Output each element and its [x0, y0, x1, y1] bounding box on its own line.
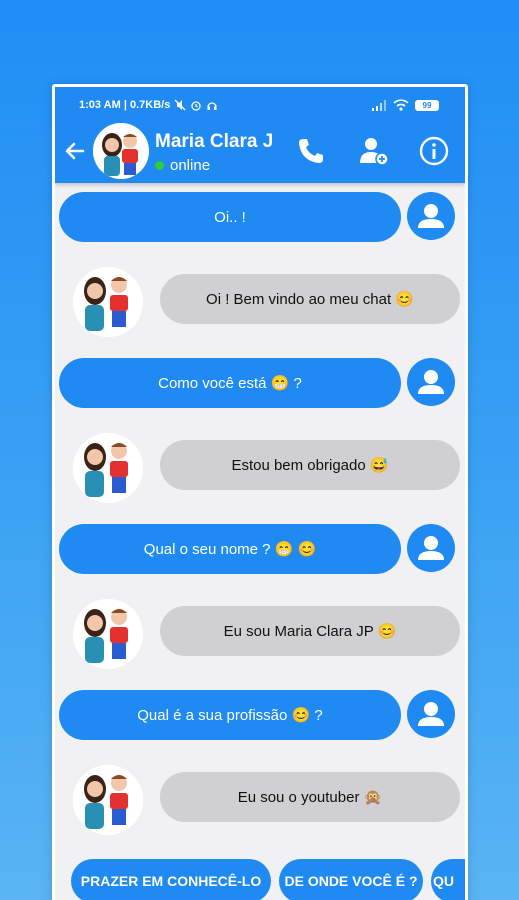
kids-avatar-icon	[73, 267, 143, 337]
headset-icon	[207, 102, 217, 110]
battery-icon: 99	[415, 99, 439, 111]
chat-header: Maria Clara J online	[55, 123, 465, 181]
message-row: Como você está 😁 ?	[55, 353, 465, 413]
message-row: Oi ! Bem vindo ao meu chat 😊	[55, 267, 465, 337]
quick-reply-button[interactable]: PRAZER EM CONHECÊ-LO	[71, 859, 271, 900]
quick-reply-button[interactable]: DE ONDE VOCÊ É ?	[279, 859, 423, 900]
kids-avatar-icon	[73, 433, 143, 503]
add-user-icon[interactable]	[358, 135, 390, 167]
signal-icon	[372, 99, 386, 111]
received-message-bubble[interactable]: Eu sou Maria Clara JP 😊	[160, 606, 460, 656]
received-message-bubble[interactable]: Estou bem obrigado 😅	[160, 440, 460, 490]
phone-icon[interactable]	[295, 135, 327, 167]
user-icon	[407, 690, 455, 738]
status-bar: 1:03 AM | 0.7KB/s 99	[79, 97, 439, 113]
contact-avatar[interactable]	[93, 123, 149, 179]
user-icon	[407, 524, 455, 572]
message-row: Qual é a sua profissão 😊 ?	[55, 685, 465, 745]
message-row: Qual o seu nome ? 😁 😊	[55, 519, 465, 579]
message-row: Oi.. !	[55, 187, 465, 247]
online-dot-icon	[155, 161, 164, 170]
user-icon	[407, 192, 455, 240]
sent-message-bubble[interactable]: Qual é a sua profissão 😊 ?	[59, 690, 401, 740]
alarm-icon	[191, 101, 201, 111]
presence-status: online	[155, 157, 210, 174]
message-row: Estou bem obrigado 😅	[55, 433, 465, 503]
message-row: Eu sou o youtuber 🙊	[55, 765, 465, 835]
mute-icon	[174, 99, 186, 111]
received-message-bubble[interactable]: Oi ! Bem vindo ao meu chat 😊	[160, 274, 460, 324]
kids-photo-icon	[93, 123, 149, 179]
contact-name: Maria Clara J	[155, 131, 274, 152]
top-app-bar: 1:03 AM | 0.7KB/s 99 Maria Clara J onlin…	[55, 87, 465, 183]
quick-replies: PRAZER EM CONHECÊ-LO DE ONDE VOCÊ É ? QU	[55, 843, 465, 900]
quick-reply-button[interactable]: QU	[431, 859, 465, 900]
presence-label: online	[170, 157, 211, 174]
phone-frame: 1:03 AM | 0.7KB/s 99 Maria Clara J onlin…	[52, 84, 468, 900]
kids-avatar-icon	[73, 599, 143, 669]
kids-avatar-icon	[73, 765, 143, 835]
user-icon	[407, 358, 455, 406]
message-row: Eu sou Maria Clara JP 😊	[55, 599, 465, 669]
arrow-left-icon[interactable]	[61, 137, 89, 165]
received-message-bubble[interactable]: Eu sou o youtuber 🙊	[160, 772, 460, 822]
sent-message-bubble[interactable]: Como você está 😁 ?	[59, 358, 401, 408]
info-icon[interactable]	[418, 135, 450, 167]
sent-message-bubble[interactable]: Qual o seu nome ? 😁 😊	[59, 524, 401, 574]
status-time: 1:03 AM | 0.7KB/s	[79, 99, 171, 111]
wifi-icon	[393, 99, 409, 111]
sent-message-bubble[interactable]: Oi.. !	[59, 192, 401, 242]
